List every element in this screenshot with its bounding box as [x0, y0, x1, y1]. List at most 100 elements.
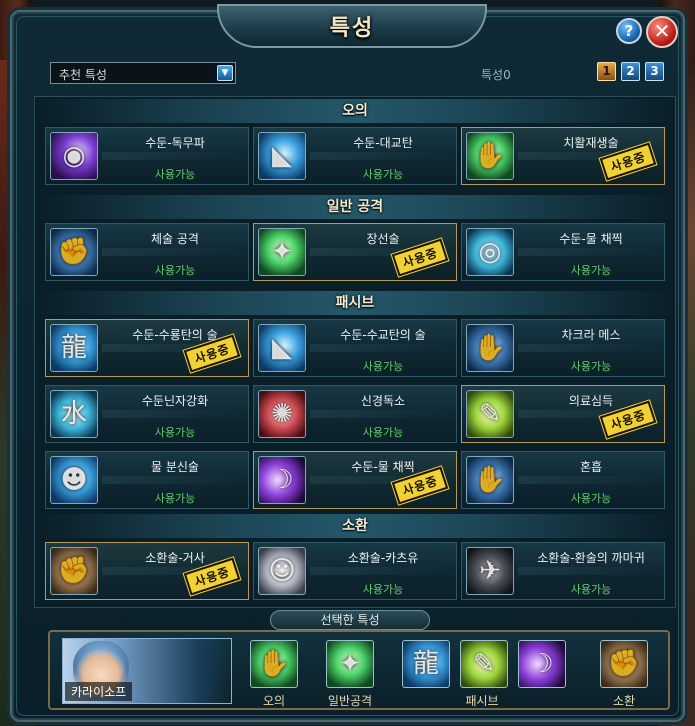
close-button[interactable]: ✕ — [646, 16, 678, 48]
talent-status: 사용가능 — [154, 426, 196, 439]
talent-card[interactable]: ◣ 수둔-대교탄사용가능 — [253, 127, 457, 185]
page-button-1[interactable]: 1 — [597, 62, 616, 81]
selected-talents-title: 선택한 특성 — [270, 610, 430, 630]
selected-passive-icon-3[interactable]: ☽ — [518, 640, 566, 688]
card-decoration — [102, 152, 242, 160]
card-decoration — [310, 410, 450, 418]
talent-card[interactable]: ◎ 수둔-물 채찍 사용가능 — [461, 223, 665, 281]
preset-value: 추천 특성 — [59, 68, 107, 82]
talent-status: 사용가능 — [154, 264, 196, 277]
card-decoration — [102, 410, 242, 418]
talent-status: 사용가능 — [362, 168, 404, 181]
talent-card[interactable]: ✊ 소환술-거사 사용중 — [45, 542, 249, 600]
character-name: 카라이소프 — [65, 682, 133, 701]
talent-card[interactable]: 龍 수둔-수룡탄의 술 사용중 — [45, 319, 249, 377]
talent-card[interactable]: 水 수둔닌자강화 사용가능 — [45, 385, 249, 443]
page-button-2[interactable]: 2 — [621, 62, 640, 81]
talent-card[interactable]: ☻ 물 분신술사용가능 — [45, 451, 249, 509]
close-icon: ✕ — [653, 19, 671, 43]
talent-name: 수둔-물 채찍 — [559, 232, 623, 246]
selected-normal-label: 일반공격 — [327, 694, 373, 708]
talent-status: 사용가능 — [154, 168, 196, 181]
crow-icon: ✈ — [466, 547, 514, 595]
talent-status: 사용가능 — [570, 583, 612, 596]
selected-ougi-icon[interactable]: ✋ — [250, 640, 298, 688]
brain-toxin-icon: ✺ — [258, 390, 306, 438]
card-decoration — [518, 344, 658, 352]
talent-status: 사용가능 — [570, 492, 612, 505]
talent-card[interactable]: ✈ 소환술-환술의 까마귀 사용가능 — [461, 542, 665, 600]
talent-card[interactable]: ✋ 치활재생술 사용중 — [461, 127, 665, 185]
talent-points: 특성0 — [481, 68, 511, 82]
purple-blade-icon: ☽ — [258, 456, 306, 504]
water-dragon-icon: 龍 — [50, 324, 98, 372]
talent-name: 혼흡 — [579, 460, 603, 474]
page-button-3[interactable]: 3 — [645, 62, 664, 81]
card-decoration — [310, 567, 450, 575]
toolbar: 추천 특성 ▼ 특성0 1 2 3 — [50, 62, 670, 88]
selected-passive-icon-1[interactable]: 龍 — [402, 640, 450, 688]
talent-name: 체술 공격 — [151, 232, 199, 246]
card-decoration — [102, 248, 242, 256]
water-shark-icon: ◣ — [258, 324, 306, 372]
shark-water-icon: ◣ — [258, 132, 306, 180]
card-decoration — [518, 248, 658, 256]
character-portrait: 카라이소프 — [62, 638, 232, 704]
selected-passive-label: 패시브 — [465, 694, 499, 708]
medical-scalpel-icon: ✎ — [466, 390, 514, 438]
talent-list: 오의 일반 공격 패시브 소환 ◉ 수둔-독무파사용가능 ◣ 수둔-대교탄사용가능 ✋ 치… — [34, 96, 676, 608]
talent-card[interactable]: ✺ 신경독소사용가능 — [253, 385, 457, 443]
talent-window: 특성 ? ✕ 추천 특성 ▼ 특성0 1 2 3 오의 일반 공격 패시브 소환… — [10, 4, 685, 722]
talent-name: 수둔-독무파 — [145, 136, 205, 150]
summon-beast-icon: ✊ — [50, 547, 98, 595]
selected-summon-label: 소환 — [612, 694, 636, 708]
preset-dropdown[interactable]: 추천 특성 ▼ — [50, 62, 236, 84]
talent-name: 물 분신술 — [151, 460, 199, 474]
talent-card[interactable]: ✊ 체술 공격사용가능 — [45, 223, 249, 281]
talent-card[interactable]: ✋ 혼흡사용가능 — [461, 451, 665, 509]
green-healing-hand-icon: ✋ — [466, 132, 514, 180]
section-header-normal-attack: 일반 공격 — [35, 195, 675, 219]
card-decoration — [102, 476, 242, 484]
card-decoration — [518, 567, 658, 575]
water-clone-icon: ☻ — [50, 456, 98, 504]
card-decoration — [310, 344, 450, 352]
water-kanji-icon: 水 — [50, 390, 98, 438]
talent-card[interactable]: ◉ 수둔-독무파사용가능 — [45, 127, 249, 185]
talent-card[interactable]: ◣ 수둔-수교탄의 술사용가능 — [253, 319, 457, 377]
talent-card[interactable]: ✎ 의료심득 사용중 — [461, 385, 665, 443]
fist-icon: ✊ — [50, 228, 98, 276]
section-title: 소환 — [342, 518, 368, 534]
selected-talents-panel: 카라이소프 ✋ 오의 ✦ 일반공격 龍 ✎ ☽ 패시브 ✊ 소환 — [48, 630, 670, 710]
card-decoration — [518, 476, 658, 484]
talent-status: 사용가능 — [154, 492, 196, 505]
chevron-down-icon[interactable]: ▼ — [217, 65, 233, 81]
selected-summon-icon[interactable]: ✊ — [600, 640, 648, 688]
glowing-hand-icon: ✋ — [466, 456, 514, 504]
talent-card[interactable]: ☺ 소환술-카츠유사용가능 — [253, 542, 457, 600]
talent-name: 차크라 메스 — [561, 328, 621, 342]
help-button[interactable]: ? — [616, 18, 642, 44]
section-header-passive: 패시브 — [35, 291, 675, 315]
section-header-ougi: 오의 — [35, 99, 675, 123]
question-mark-icon: ? — [624, 22, 634, 40]
talent-status: 사용가능 — [362, 426, 404, 439]
selected-normal-icon[interactable]: ✦ — [326, 640, 374, 688]
talent-card[interactable]: ☽ 수둔-물 채찍 사용중 — [253, 451, 457, 509]
talent-name: 수둔-수교탄의 술 — [340, 328, 426, 342]
talent-name: 신경독소 — [360, 394, 406, 408]
water-whip-icon: ◎ — [466, 228, 514, 276]
talent-name: 수둔-대교탄 — [353, 136, 413, 150]
title-plate: 특성 — [217, 4, 487, 48]
section-header-summon: 소환 — [35, 514, 675, 538]
talent-status: 사용가능 — [570, 360, 612, 373]
talent-card[interactable]: ✋ 차크라 메스 사용가능 — [461, 319, 665, 377]
purple-ninjutsu-icon: ◉ — [50, 132, 98, 180]
talent-status: 사용가능 — [362, 583, 404, 596]
selected-passive-icon-2[interactable]: ✎ — [460, 640, 508, 688]
talent-status: 사용가능 — [362, 360, 404, 373]
talent-card[interactable]: ✦ 장선술 사용중 — [253, 223, 457, 281]
talent-name: 소환술-카츠유 — [347, 551, 419, 565]
slug-katsuyu-icon: ☺ — [258, 547, 306, 595]
window-title: 특성 — [329, 15, 375, 41]
